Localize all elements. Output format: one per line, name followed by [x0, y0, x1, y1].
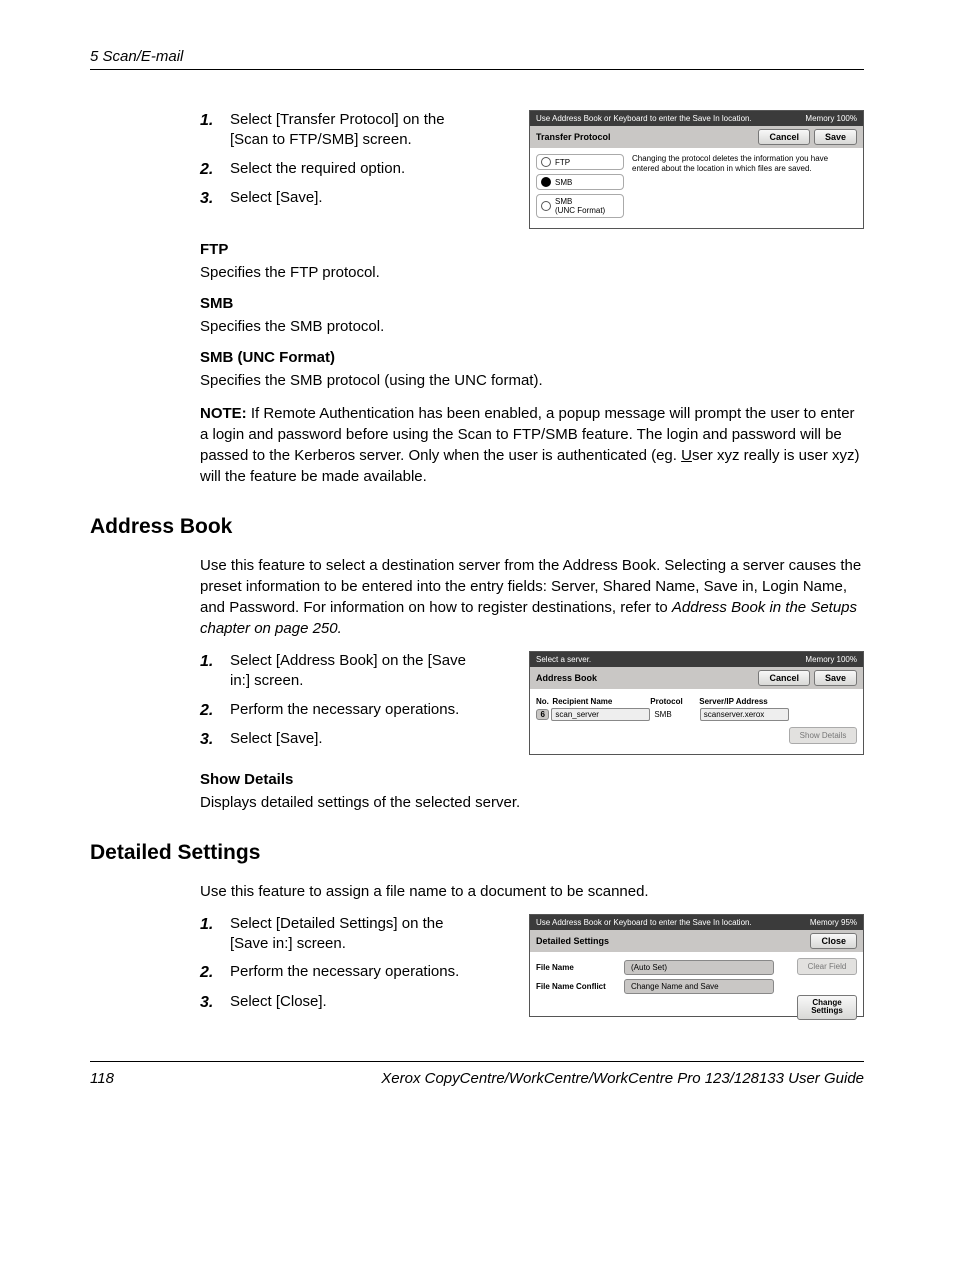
clear-field-button[interactable]: Clear Field: [797, 958, 857, 975]
step-num: 1.: [200, 651, 230, 692]
label-file-name-conflict: File Name Conflict: [536, 982, 624, 991]
note-underline: U: [681, 447, 692, 464]
row-recipient: scan_server: [551, 708, 650, 721]
fig-title: Detailed Settings: [536, 936, 806, 946]
step-num: 1.: [200, 110, 230, 151]
radio-smb[interactable]: SMB: [536, 174, 624, 190]
save-button[interactable]: Save: [814, 129, 857, 145]
fig-memory: Memory 95%: [810, 918, 857, 927]
radio-label: FTP: [555, 158, 570, 167]
radio-icon: [541, 201, 551, 211]
figure-transfer-protocol: Use Address Book or Keyboard to enter th…: [529, 110, 864, 229]
heading-smb: SMB: [200, 295, 864, 312]
note: NOTE: If Remote Authentication has been …: [200, 403, 864, 487]
row-protocol: SMB: [650, 710, 699, 719]
fig-title: Address Book: [536, 673, 754, 683]
step-num: 3.: [200, 729, 230, 751]
rule-top: [90, 69, 864, 70]
col-protocol: Protocol: [650, 697, 699, 706]
step-text: Select [Detailed Settings] on the [Save …: [230, 914, 480, 955]
step-num: 2.: [200, 159, 230, 181]
cancel-button[interactable]: Cancel: [758, 670, 810, 686]
step-num: 3.: [200, 188, 230, 210]
close-button[interactable]: Close: [810, 933, 857, 949]
radio-icon: [541, 157, 551, 167]
addrbook-intro: Use this feature to select a destination…: [200, 555, 864, 639]
step-text: Select [Close].: [230, 992, 480, 1014]
radio-label: SMB(UNC Format): [555, 197, 605, 215]
fig-instruction: Select a server.: [536, 655, 591, 664]
radio-ftp[interactable]: FTP: [536, 154, 624, 170]
heading-address-book: Address Book: [90, 515, 864, 539]
radio-smb-unc[interactable]: SMB(UNC Format): [536, 194, 624, 218]
step-text: Select [Save].: [230, 729, 480, 751]
heading-ftp: FTP: [200, 241, 864, 258]
show-details-button[interactable]: Show Details: [789, 727, 857, 744]
heading-detailed-settings: Detailed Settings: [90, 841, 864, 865]
step-num: 2.: [200, 700, 230, 722]
row-no: 6: [536, 709, 549, 720]
table-row[interactable]: 6 scan_server SMB scanserver.xerox: [536, 708, 789, 721]
change-settings-button[interactable]: Change Settings: [797, 995, 857, 1021]
cancel-button[interactable]: Cancel: [758, 129, 810, 145]
para-smb: Specifies the SMB protocol.: [200, 316, 864, 337]
radio-icon: [541, 177, 551, 187]
step-text: Select the required option.: [230, 159, 480, 181]
col-server: Server/IP Address: [699, 697, 789, 706]
fig-memory: Memory 100%: [805, 114, 857, 123]
heading-show-details: Show Details: [200, 771, 864, 788]
col-no: No.: [536, 697, 552, 706]
para-smb-unc: Specifies the SMB protocol (using the UN…: [200, 370, 864, 391]
step-num: 1.: [200, 914, 230, 955]
step-text: Perform the necessary operations.: [230, 700, 480, 722]
step-text: Select [Save].: [230, 188, 480, 210]
page-number: 118: [90, 1070, 114, 1087]
para-ftp: Specifies the FTP protocol.: [200, 262, 864, 283]
step-text: Perform the necessary operations.: [230, 962, 480, 984]
row-server: scanserver.xerox: [700, 708, 789, 721]
fig-title: Transfer Protocol: [536, 132, 754, 142]
label-file-name: File Name: [536, 963, 624, 972]
para-show-details: Displays detailed settings of the select…: [200, 792, 864, 813]
running-head: 5 Scan/E-mail: [90, 48, 864, 65]
save-button[interactable]: Save: [814, 670, 857, 686]
detailed-intro: Use this feature to assign a file name t…: [200, 881, 864, 902]
fig-instruction: Use Address Book or Keyboard to enter th…: [536, 114, 752, 123]
heading-smb-unc: SMB (UNC Format): [200, 349, 864, 366]
figure-detailed-settings: Use Address Book or Keyboard to enter th…: [529, 914, 864, 1017]
radio-label: SMB: [555, 178, 572, 187]
col-recipient: Recipient Name: [552, 697, 650, 706]
step-text: Select [Transfer Protocol] on the [Scan …: [230, 110, 480, 151]
fig-instruction: Use Address Book or Keyboard to enter th…: [536, 918, 752, 927]
value-file-name-conflict: Change Name and Save: [624, 979, 774, 994]
value-file-name: (Auto Set): [624, 960, 774, 975]
fig-memory: Memory 100%: [805, 655, 857, 664]
step-num: 3.: [200, 992, 230, 1014]
step-text: Select [Address Book] on the [Save in:] …: [230, 651, 480, 692]
fig-message: Changing the protocol deletes the inform…: [624, 154, 857, 222]
step-num: 2.: [200, 962, 230, 984]
note-lead: NOTE:: [200, 405, 247, 422]
footer-guide: Xerox CopyCentre/WorkCentre/WorkCentre P…: [381, 1070, 864, 1087]
figure-address-book: Select a server. Memory 100% Address Boo…: [529, 651, 864, 755]
